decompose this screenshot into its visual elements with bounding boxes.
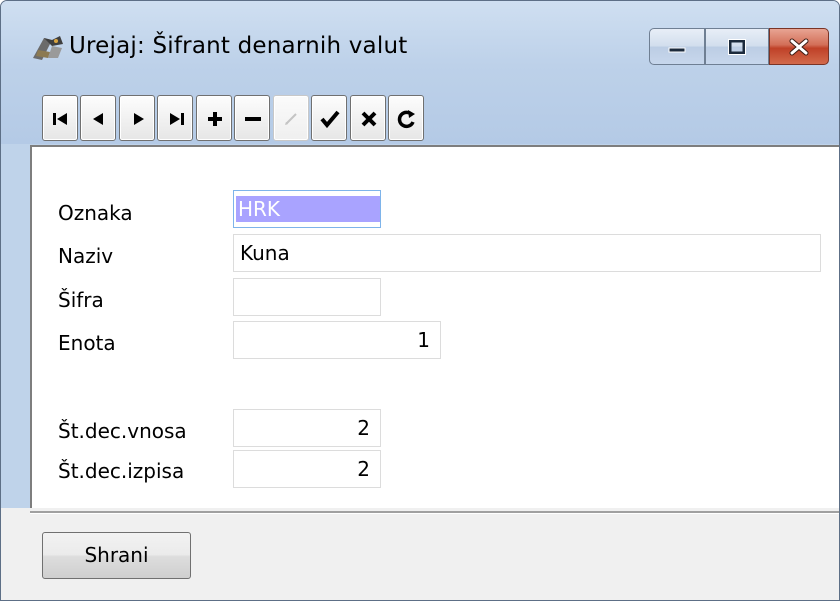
st-dec-izpisa-input[interactable]: 2 [233,450,381,488]
last-record-button[interactable] [157,95,193,141]
app-icon [33,36,63,60]
edit-icon [285,113,297,125]
cancel-record-button[interactable] [350,95,386,141]
close-button[interactable] [769,28,829,65]
first-icon [53,113,67,125]
minus-icon [245,117,261,121]
prev-record-button[interactable] [80,95,116,141]
editor-window: Urejaj: Šifrant denarnih valut Oznaka HR… [0,0,840,601]
minimize-icon [668,47,686,52]
insert-record-button[interactable] [196,95,232,141]
first-record-button[interactable] [42,95,78,141]
prev-icon [93,113,103,125]
footer-divider [30,511,839,514]
maximize-icon [728,38,746,55]
post-record-button[interactable] [311,95,347,141]
st-dec-vnosa-input[interactable]: 2 [233,409,381,447]
enota-input[interactable]: 1 [233,321,441,359]
save-button[interactable]: Shrani [42,532,191,579]
last-icon [170,113,184,125]
enota-label: Enota [58,331,116,355]
st-dec-izpisa-label: Št.dec.izpisa [58,459,185,483]
naziv-label: Naziv [58,244,114,268]
naziv-input[interactable]: Kuna [233,234,821,272]
window-title: Urejaj: Šifrant denarnih valut [69,33,408,59]
st-dec-vnosa-label: Št.dec.vnosa [58,419,187,443]
sifra-label: Šifra [58,288,104,312]
plus-icon [208,112,222,126]
delete-record-button[interactable] [234,95,270,141]
minimize-button[interactable] [649,28,705,65]
maximize-button[interactable] [705,28,769,65]
oznaka-label: Oznaka [58,201,133,225]
oznaka-input[interactable]: HRK [233,190,381,228]
form-panel: Oznaka HRK Naziv Kuna Šifra Enota 1 Št.d… [30,145,839,508]
oznaka-value: HRK [236,196,380,222]
refresh-record-button[interactable] [388,95,424,141]
check-icon [320,110,340,129]
next-record-button[interactable] [119,95,155,141]
edit-record-button[interactable] [273,95,309,141]
x-icon [361,111,377,127]
next-icon [134,113,144,125]
sifra-input[interactable] [233,278,381,316]
refresh-icon [397,110,415,129]
close-icon [789,38,809,55]
title-bar[interactable]: Urejaj: Šifrant denarnih valut [1,1,839,144]
